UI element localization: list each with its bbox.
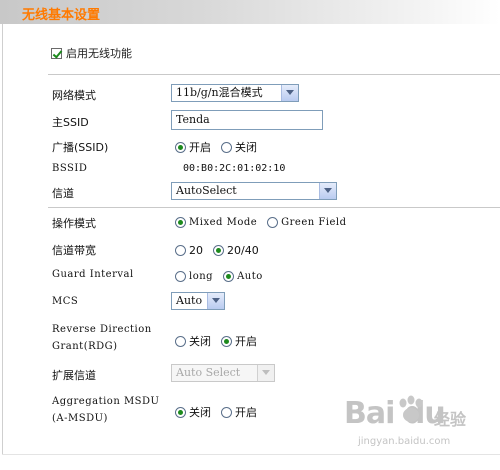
- extension-channel-label: 扩展信道: [52, 369, 96, 382]
- chevron-down-icon: [257, 365, 274, 381]
- broadcast-off-radio[interactable]: [221, 141, 232, 153]
- divider: [48, 74, 500, 75]
- guard-long-option[interactable]: long: [175, 271, 213, 282]
- section-header: 无线基本设置: [0, 0, 500, 24]
- amsdu-label-line2: (A-MSDU): [52, 413, 108, 424]
- bandwidth-20-radio[interactable]: [175, 245, 186, 256]
- channel-select[interactable]: AutoSelect: [171, 182, 337, 200]
- mixed-mode-radio[interactable]: [175, 217, 186, 228]
- operating-mode-label: 操作模式: [52, 217, 96, 230]
- amsdu-off-label: 关闭: [189, 406, 211, 419]
- green-field-radio[interactable]: [267, 217, 279, 228]
- rdg-off-option[interactable]: 关闭: [175, 333, 211, 349]
- enable-wireless-row[interactable]: 启用无线功能: [51, 45, 132, 61]
- rdg-label: Reverse Direction Grant(RDG): [52, 321, 152, 355]
- mixed-mode-option[interactable]: Mixed Mode: [175, 217, 257, 228]
- operating-mode-radio-group: Mixed Mode Green Field: [175, 217, 357, 228]
- guard-long-radio[interactable]: [175, 271, 186, 282]
- amsdu-label: Aggregation MSDU (A-MSDU): [52, 393, 159, 427]
- network-mode-value: 11b/g/n混合模式: [176, 86, 263, 99]
- amsdu-on-label: 开启: [235, 406, 257, 419]
- green-field-option[interactable]: Green Field: [267, 217, 346, 228]
- primary-ssid-label: 主SSID: [52, 116, 89, 129]
- divider: [48, 207, 500, 208]
- bandwidth-2040-radio[interactable]: [213, 245, 224, 256]
- broadcast-on-radio[interactable]: [175, 141, 186, 153]
- rdg-radio-group: 关闭 开启: [175, 333, 267, 349]
- channel-bandwidth-label: 信道带宽: [52, 244, 96, 257]
- primary-ssid-value: Tenda: [176, 113, 210, 126]
- broadcast-ssid-radio-group: 开启 关闭: [175, 139, 267, 155]
- rdg-off-radio[interactable]: [175, 335, 186, 347]
- broadcast-off-option[interactable]: 关闭: [221, 139, 257, 155]
- bssid-label: BSSID: [52, 163, 88, 174]
- amsdu-on-option[interactable]: 开启: [221, 404, 257, 420]
- enable-wireless-checkbox[interactable]: [51, 47, 62, 59]
- green-field-label: Green Field: [281, 217, 347, 228]
- broadcast-off-label: 关闭: [235, 141, 257, 154]
- guard-auto-radio[interactable]: [223, 271, 235, 282]
- bandwidth-20-label: 20: [189, 244, 203, 257]
- guard-auto-label: Auto: [237, 271, 263, 282]
- guard-long-label: long: [189, 271, 214, 282]
- guard-interval-radio-group: long Auto: [175, 271, 273, 282]
- channel-label: 信道: [52, 187, 74, 200]
- primary-ssid-input[interactable]: Tenda: [171, 110, 323, 130]
- mixed-mode-label: Mixed Mode: [189, 217, 258, 228]
- network-mode-select[interactable]: 11b/g/n混合模式: [171, 84, 299, 102]
- bandwidth-2040-label: 20/40: [227, 244, 259, 257]
- rdg-on-option[interactable]: 开启: [221, 333, 257, 349]
- amsdu-on-radio[interactable]: [221, 406, 232, 418]
- extension-channel-select: Auto Select: [171, 364, 275, 382]
- bssid-value: 00:B0:2C:01:02:10: [183, 163, 286, 174]
- amsdu-label-line1: Aggregation MSDU: [52, 396, 160, 407]
- guard-interval-label: Guard Interval: [52, 269, 134, 280]
- channel-value: AutoSelect: [176, 184, 237, 197]
- watermark-suffix: 经验: [434, 410, 467, 429]
- broadcast-on-option[interactable]: 开启: [175, 139, 211, 155]
- baidu-watermark: Bai du 经验 jingyan.baidu.com: [338, 388, 498, 458]
- extension-channel-value: Auto Select: [176, 366, 241, 379]
- mcs-value: Auto: [176, 294, 203, 307]
- chevron-down-icon[interactable]: [281, 85, 298, 101]
- network-mode-label: 网络模式: [52, 89, 96, 102]
- amsdu-radio-group: 关闭 开启: [175, 404, 267, 420]
- broadcast-ssid-label: 广播(SSID): [52, 141, 109, 154]
- enable-wireless-label: 启用无线功能: [66, 47, 132, 60]
- mcs-select[interactable]: Auto: [171, 292, 225, 310]
- rdg-label-line1: Reverse Direction: [52, 324, 152, 335]
- amsdu-off-option[interactable]: 关闭: [175, 404, 211, 420]
- bandwidth-2040-option[interactable]: 20/40: [213, 244, 259, 257]
- page-title: 无线基本设置: [22, 8, 101, 23]
- channel-bandwidth-radio-group: 20 20/40: [175, 244, 269, 257]
- paw-icon: [399, 395, 423, 422]
- chevron-down-icon[interactable]: [319, 183, 336, 199]
- frame-border-left: [2, 24, 3, 454]
- amsdu-off-radio[interactable]: [175, 406, 186, 418]
- broadcast-on-label: 开启: [189, 141, 211, 154]
- rdg-label-line2: Grant(RDG): [52, 341, 118, 352]
- rdg-off-label: 关闭: [189, 335, 211, 348]
- watermark-url: jingyan.baidu.com: [358, 436, 451, 447]
- rdg-on-radio[interactable]: [221, 335, 232, 347]
- bandwidth-20-option[interactable]: 20: [175, 244, 203, 257]
- mcs-label: MCS: [52, 296, 79, 307]
- chevron-down-icon[interactable]: [207, 293, 224, 309]
- rdg-on-label: 开启: [235, 335, 257, 348]
- guard-auto-option[interactable]: Auto: [223, 271, 263, 282]
